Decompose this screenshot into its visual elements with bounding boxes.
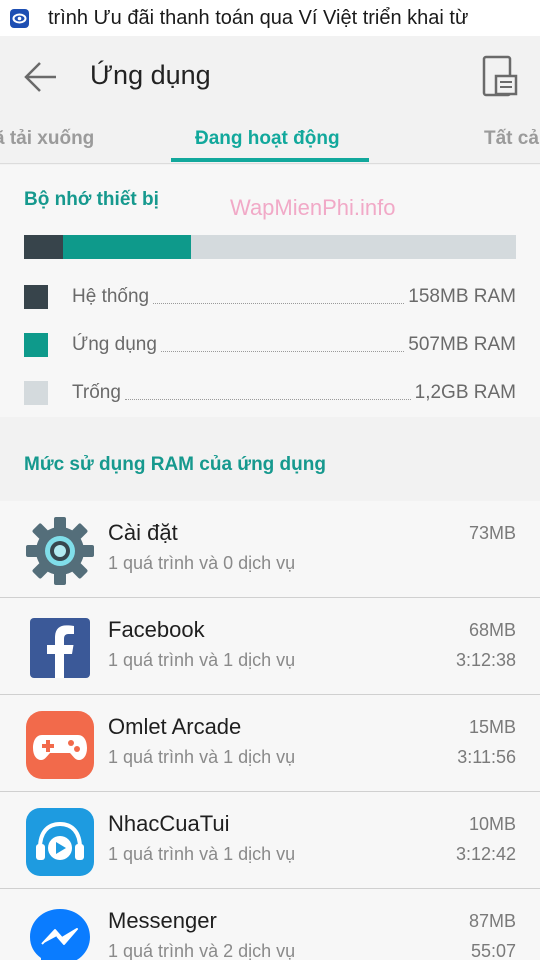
- memory-bar-apps: [63, 235, 192, 259]
- messenger-icon: [30, 909, 90, 960]
- legend-value: 507MB RAM: [408, 334, 516, 355]
- app-name: Omlet Arcade: [108, 714, 242, 739]
- app-row-facebook[interactable]: Facebook 1 quá trình và 1 dịch vụ 68MB 3…: [0, 598, 540, 695]
- app-name: Cài đặt: [108, 520, 178, 545]
- app-process-info: 1 quá trình và 1 dịch vụ: [108, 844, 296, 864]
- app-row-settings[interactable]: Cài đặt 1 quá trình và 0 dịch vụ 73MB: [0, 501, 540, 598]
- legend-label: Ứng dụng: [72, 334, 157, 355]
- app-process-info: 1 quá trình và 2 dịch vụ: [108, 941, 296, 960]
- app-process-info: 1 quá trình và 1 dịch vụ: [108, 747, 296, 767]
- legend-value: 158MB RAM: [408, 286, 516, 307]
- app-row-nhaccuatui[interactable]: NhacCuaTui 1 quá trình và 1 dịch vụ 10MB…: [0, 792, 540, 889]
- app-row-omlet-arcade[interactable]: Omlet Arcade 1 quá trình và 1 dịch vụ 15…: [0, 695, 540, 792]
- app-ram-size: 68MB: [468, 620, 516, 640]
- app-run-time: 55:07: [470, 941, 516, 960]
- app-process-info: 1 quá trình và 1 dịch vụ: [108, 650, 296, 670]
- legend-value: 1,2GB RAM: [414, 382, 516, 403]
- notification-text: trình Ưu đãi thanh toán qua Ví Việt triể…: [48, 7, 469, 29]
- app-ram-size: 73MB: [468, 523, 516, 543]
- arrow-left-icon: [24, 62, 56, 92]
- tab-bar: ã tải xuống Đang hoạt động Tất cả: [0, 116, 540, 164]
- device-memory-card: Bộ nhớ thiết bị WapMienPhi.info Hệ thống…: [0, 165, 540, 417]
- tab-running[interactable]: Đang hoạt động: [195, 128, 340, 150]
- legend-row-free: Trống 1,2GB RAM: [24, 379, 516, 407]
- legend-label: Trống: [72, 382, 121, 403]
- page-title: Ứng dụng: [90, 60, 211, 90]
- legend-row-apps: Ứng dụng 507MB RAM: [24, 331, 516, 359]
- memory-menu-button[interactable]: [480, 54, 520, 100]
- app-header: Ứng dụng: [0, 36, 540, 116]
- app-process-info: 1 quá trình và 0 dịch vụ: [108, 553, 296, 573]
- tab-all[interactable]: Tất cả: [484, 128, 539, 150]
- legend-swatch-free: [24, 381, 48, 405]
- app-ram-size: 87MB: [468, 911, 516, 931]
- app-list: Cài đặt 1 quá trình và 0 dịch vụ 73MB Fa…: [0, 501, 540, 960]
- ram-usage-title: Mức sử dụng RAM của ứng dụng: [24, 454, 326, 475]
- app-name: Messenger: [108, 908, 217, 933]
- app-name: NhacCuaTui: [108, 811, 230, 836]
- tab-downloaded[interactable]: ã tải xuống: [0, 128, 94, 150]
- tab-indicator: [171, 158, 369, 162]
- app-ram-size: 15MB: [468, 717, 516, 737]
- leader-dots: [124, 399, 411, 400]
- leader-dots: [153, 303, 405, 304]
- back-button[interactable]: [22, 58, 60, 96]
- watermark: WapMienPhi.info: [230, 195, 396, 220]
- app-run-time: 3:11:56: [457, 747, 516, 767]
- legend-label: Hệ thống: [72, 286, 150, 307]
- notification-bar[interactable]: trình Ưu đãi thanh toán qua Ví Việt triể…: [0, 0, 540, 36]
- legend-row-system: Hệ thống 158MB RAM: [24, 283, 516, 311]
- app-row-messenger[interactable]: Messenger 1 quá trình và 2 dịch vụ 87MB …: [0, 889, 540, 960]
- memory-usage-bar: [24, 235, 516, 259]
- music-headphones-icon: [26, 808, 94, 876]
- app-run-time: 3:12:38: [455, 650, 516, 670]
- settings-gear-icon: [26, 517, 94, 585]
- memory-bar-system: [24, 235, 64, 259]
- ram-usage-header: Mức sử dụng RAM của ứng dụng: [0, 417, 540, 501]
- device-memory-icon: [482, 55, 518, 97]
- leader-dots: [160, 351, 405, 352]
- app-notification-icon: [10, 9, 29, 28]
- memory-title: Bộ nhớ thiết bị: [24, 189, 159, 210]
- app-ram-size: 10MB: [468, 814, 516, 834]
- legend-swatch-system: [24, 285, 48, 309]
- facebook-icon: [30, 618, 90, 678]
- legend-swatch-apps: [24, 333, 48, 357]
- gamepad-icon: [26, 711, 94, 779]
- app-name: Facebook: [108, 617, 205, 642]
- app-run-time: 3:12:42: [455, 844, 516, 864]
- memory-bar-free: [191, 235, 516, 259]
